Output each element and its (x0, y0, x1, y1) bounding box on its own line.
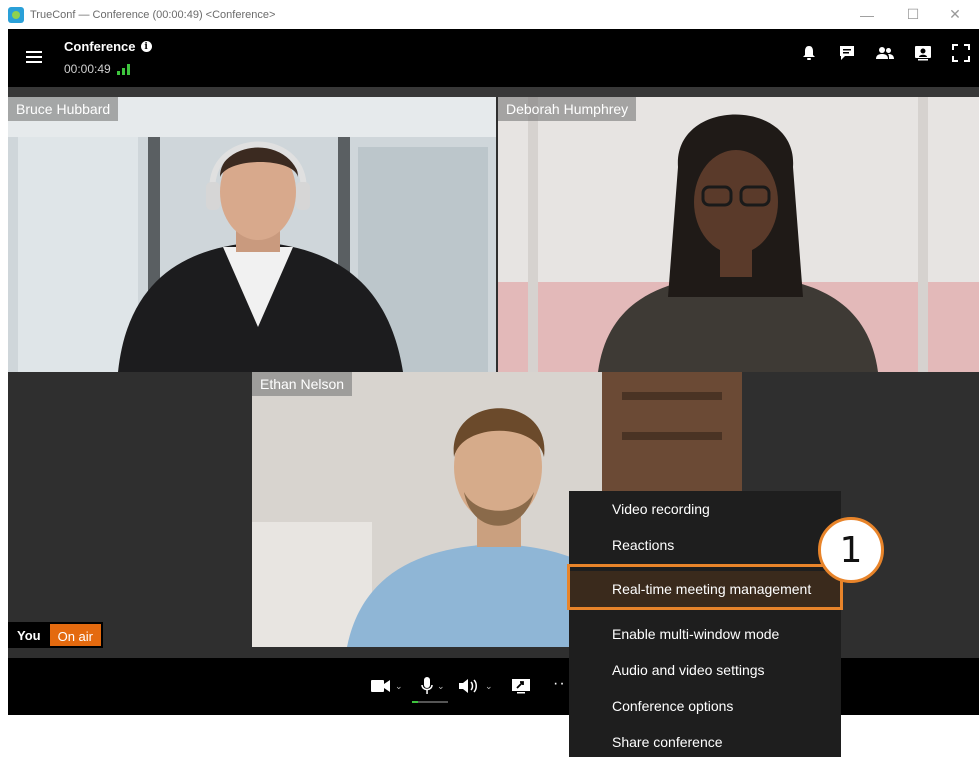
speaker-button[interactable]: ⌄ (459, 677, 493, 695)
menu-item-conference-options[interactable]: Conference options (569, 688, 841, 724)
minimize-button[interactable]: — (844, 0, 890, 29)
hamburger-menu-icon[interactable] (26, 51, 42, 63)
menu-item-enable-multi-window-mode[interactable]: Enable multi-window mode (569, 616, 841, 652)
microphone-level-indicator (412, 701, 448, 703)
participant-name-label: Bruce Hubbard (8, 97, 119, 121)
participant-name-label: Ethan Nelson (252, 372, 353, 396)
on-air-badge: On air (49, 624, 101, 646)
conference-title: Conference i (64, 39, 152, 54)
microphone-button[interactable]: ⌄ (421, 677, 445, 695)
window-title: TrueConf — Conference (00:00:49) <Confer… (30, 8, 276, 21)
chevron-down-icon: ⌄ (485, 680, 493, 691)
conference-header: Conference i 00:00:49 (8, 29, 979, 87)
camera-icon (371, 680, 390, 692)
menu-item-audio-video-settings[interactable]: Audio and video settings (569, 652, 841, 688)
microphone-icon (421, 677, 433, 694)
info-icon[interactable]: i (140, 41, 152, 52)
signal-strength-icon (116, 63, 130, 75)
video-feed-image (498, 97, 979, 372)
menu-item-share-conference[interactable]: Share conference (569, 724, 841, 760)
participant-name-label: Deborah Humphrey (498, 97, 637, 121)
menu-item-video-recording[interactable]: Video recording (569, 491, 841, 527)
camera-button[interactable]: ⌄ (371, 677, 403, 695)
video-tile-deborah[interactable]: Deborah Humphrey (498, 97, 979, 372)
conference-name: Conference (64, 39, 136, 54)
header-divider (8, 87, 979, 97)
video-feed-image (8, 97, 496, 372)
video-tile-bruce[interactable]: Bruce Hubbard (8, 97, 496, 372)
share-screen-icon (512, 679, 530, 694)
trueconf-logo-icon (8, 6, 24, 23)
more-options-menu: Video recording Reactions Real-time meet… (569, 491, 841, 757)
chevron-down-icon: ⌄ (437, 680, 445, 691)
maximize-button[interactable]: ☐ (890, 0, 936, 29)
share-screen-button[interactable] (511, 677, 531, 695)
conference-timer: 00:00:49 (64, 62, 130, 76)
highlight-frame (567, 564, 843, 610)
self-view-label: You (17, 628, 41, 643)
close-button[interactable]: ✕ (932, 0, 978, 29)
more-options-button[interactable]: ·· (553, 675, 566, 693)
video-layout-icon[interactable] (913, 43, 933, 63)
chat-icon[interactable] (837, 43, 857, 63)
participants-icon[interactable] (875, 43, 895, 63)
chevron-down-icon: ⌄ (395, 680, 403, 691)
step-callout: 1 (818, 517, 884, 583)
window-title-bar: TrueConf — Conference (00:00:49) <Confer… (0, 0, 979, 29)
menu-item-reactions[interactable]: Reactions (569, 527, 841, 563)
bell-icon[interactable] (799, 43, 819, 63)
timer-text: 00:00:49 (64, 62, 111, 76)
speaker-icon (459, 679, 477, 693)
self-view-badge: You On air (8, 622, 103, 648)
fullscreen-icon[interactable] (951, 43, 971, 63)
